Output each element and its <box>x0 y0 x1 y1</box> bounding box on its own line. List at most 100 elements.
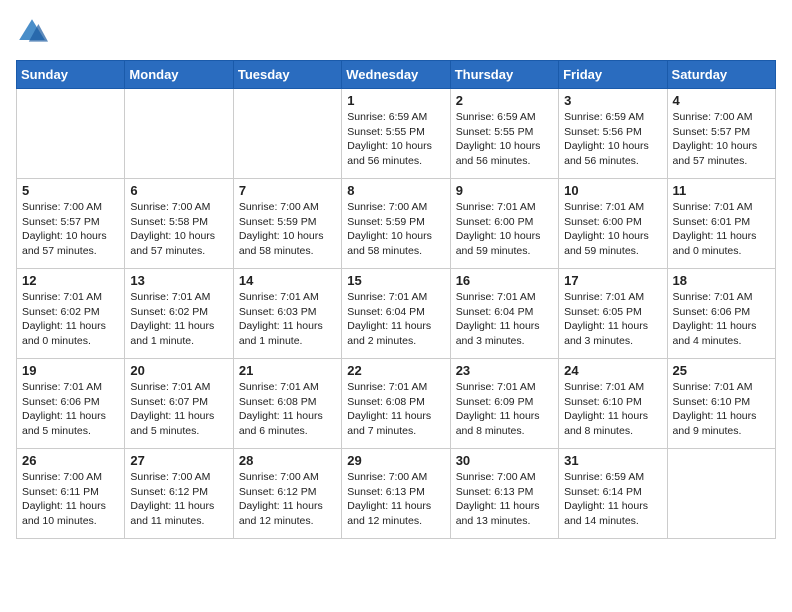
day-info: Sunrise: 7:00 AM Sunset: 5:57 PM Dayligh… <box>22 200 119 259</box>
calendar-cell: 8Sunrise: 7:00 AM Sunset: 5:59 PM Daylig… <box>342 179 450 269</box>
day-info: Sunrise: 7:01 AM Sunset: 6:00 PM Dayligh… <box>456 200 553 259</box>
day-info: Sunrise: 7:01 AM Sunset: 6:06 PM Dayligh… <box>22 380 119 439</box>
calendar-cell <box>125 89 233 179</box>
weekday-header-monday: Monday <box>125 61 233 89</box>
day-number: 22 <box>347 363 444 378</box>
day-number: 2 <box>456 93 553 108</box>
weekday-header-thursday: Thursday <box>450 61 558 89</box>
day-number: 18 <box>673 273 770 288</box>
week-row-3: 12Sunrise: 7:01 AM Sunset: 6:02 PM Dayli… <box>17 269 776 359</box>
calendar-cell: 31 Sunrise: 6:59 AM Sunset: 6:14 PM Dayli… <box>559 449 667 539</box>
weekday-header-saturday: Saturday <box>667 61 775 89</box>
calendar-cell: 20 Sunrise: 7:01 AM Sunset: 6:07 PM Dayli… <box>125 359 233 449</box>
calendar-cell: 16 Sunrise: 7:01 AM Sunset: 6:04 PM Dayli… <box>450 269 558 359</box>
weekday-header-sunday: Sunday <box>17 61 125 89</box>
calendar-cell: 28Sunrise: 7:00 AM Sunset: 6:12 PM Dayli… <box>233 449 341 539</box>
calendar-cell <box>17 89 125 179</box>
weekday-header-tuesday: Tuesday <box>233 61 341 89</box>
day-number: 30 <box>456 453 553 468</box>
day-info: Sunrise: 7:01 AM Sunset: 6:08 PM Dayligh… <box>347 380 444 439</box>
day-info: Sunrise: 6:59 AM Sunset: 5:56 PM Dayligh… <box>564 110 661 169</box>
day-info: Sunrise: 7:00 AM Sunset: 6:11 PM Dayligh… <box>22 470 119 529</box>
day-info: Sunrise: 6:59 AM Sunset: 6:14 PM Dayligh… <box>564 470 661 529</box>
day-info: Sunrise: 7:01 AM Sunset: 6:04 PM Dayligh… <box>456 290 553 349</box>
page-header <box>16 16 776 48</box>
day-number: 23 <box>456 363 553 378</box>
calendar-cell: 11 Sunrise: 7:01 AM Sunset: 6:01 PM Dayli… <box>667 179 775 269</box>
calendar-cell: 27 Sunrise: 7:00 AM Sunset: 6:12 PM Dayli… <box>125 449 233 539</box>
day-info: Sunrise: 7:01 AM Sunset: 6:07 PM Dayligh… <box>130 380 227 439</box>
day-number: 1 <box>347 93 444 108</box>
week-row-4: 19Sunrise: 7:01 AM Sunset: 6:06 PM Dayli… <box>17 359 776 449</box>
day-info: Sunrise: 7:01 AM Sunset: 6:05 PM Dayligh… <box>564 290 661 349</box>
calendar-cell: 26 Sunrise: 7:00 AM Sunset: 6:11 PM Dayli… <box>17 449 125 539</box>
day-info: Sunrise: 7:01 AM Sunset: 6:04 PM Dayligh… <box>347 290 444 349</box>
day-number: 29 <box>347 453 444 468</box>
calendar-cell: 9 Sunrise: 7:01 AM Sunset: 6:00 PM Daylig… <box>450 179 558 269</box>
calendar-cell: 25 Sunrise: 7:01 AM Sunset: 6:10 PM Dayli… <box>667 359 775 449</box>
calendar-cell <box>667 449 775 539</box>
day-info: Sunrise: 7:00 AM Sunset: 6:13 PM Dayligh… <box>456 470 553 529</box>
calendar-cell: 1 Sunrise: 6:59 AM Sunset: 5:55 PM Daylig… <box>342 89 450 179</box>
day-info: Sunrise: 7:00 AM Sunset: 5:59 PM Dayligh… <box>347 200 444 259</box>
day-number: 11 <box>673 183 770 198</box>
day-number: 15 <box>347 273 444 288</box>
day-number: 7 <box>239 183 336 198</box>
day-number: 5 <box>22 183 119 198</box>
day-info: Sunrise: 7:01 AM Sunset: 6:10 PM Dayligh… <box>564 380 661 439</box>
day-info: Sunrise: 7:01 AM Sunset: 6:03 PM Dayligh… <box>239 290 336 349</box>
calendar-cell: 30 Sunrise: 7:00 AM Sunset: 6:13 PM Dayli… <box>450 449 558 539</box>
day-number: 4 <box>673 93 770 108</box>
day-number: 31 <box>564 453 661 468</box>
day-number: 27 <box>130 453 227 468</box>
calendar-cell: 5 Sunrise: 7:00 AM Sunset: 5:57 PM Daylig… <box>17 179 125 269</box>
day-info: Sunrise: 7:00 AM Sunset: 5:57 PM Dayligh… <box>673 110 770 169</box>
day-info: Sunrise: 7:01 AM Sunset: 6:06 PM Dayligh… <box>673 290 770 349</box>
day-number: 3 <box>564 93 661 108</box>
day-info: Sunrise: 7:00 AM Sunset: 6:13 PM Dayligh… <box>347 470 444 529</box>
week-row-2: 5 Sunrise: 7:00 AM Sunset: 5:57 PM Daylig… <box>17 179 776 269</box>
day-info: Sunrise: 6:59 AM Sunset: 5:55 PM Dayligh… <box>456 110 553 169</box>
day-info: Sunrise: 7:00 AM Sunset: 6:12 PM Dayligh… <box>130 470 227 529</box>
day-number: 26 <box>22 453 119 468</box>
day-number: 6 <box>130 183 227 198</box>
day-number: 16 <box>456 273 553 288</box>
day-number: 13 <box>130 273 227 288</box>
week-row-1: 1 Sunrise: 6:59 AM Sunset: 5:55 PM Daylig… <box>17 89 776 179</box>
day-number: 25 <box>673 363 770 378</box>
day-number: 9 <box>456 183 553 198</box>
calendar-cell: 18 Sunrise: 7:01 AM Sunset: 6:06 PM Dayli… <box>667 269 775 359</box>
calendar-cell: 19Sunrise: 7:01 AM Sunset: 6:06 PM Dayli… <box>17 359 125 449</box>
day-number: 20 <box>130 363 227 378</box>
calendar-cell: 12Sunrise: 7:01 AM Sunset: 6:02 PM Dayli… <box>17 269 125 359</box>
calendar-body: 1 Sunrise: 6:59 AM Sunset: 5:55 PM Daylig… <box>17 89 776 539</box>
day-info: Sunrise: 7:01 AM Sunset: 6:10 PM Dayligh… <box>673 380 770 439</box>
day-number: 21 <box>239 363 336 378</box>
calendar-cell: 21Sunrise: 7:01 AM Sunset: 6:08 PM Dayli… <box>233 359 341 449</box>
calendar-cell: 4 Sunrise: 7:00 AM Sunset: 5:57 PM Daylig… <box>667 89 775 179</box>
day-number: 28 <box>239 453 336 468</box>
calendar-cell: 15 Sunrise: 7:01 AM Sunset: 6:04 PM Dayli… <box>342 269 450 359</box>
calendar-cell: 22 Sunrise: 7:01 AM Sunset: 6:08 PM Dayli… <box>342 359 450 449</box>
day-info: Sunrise: 7:01 AM Sunset: 6:00 PM Dayligh… <box>564 200 661 259</box>
day-number: 14 <box>239 273 336 288</box>
calendar-table: SundayMondayTuesdayWednesdayThursdayFrid… <box>16 60 776 539</box>
calendar-cell: 24Sunrise: 7:01 AM Sunset: 6:10 PM Dayli… <box>559 359 667 449</box>
calendar-cell: 10 Sunrise: 7:01 AM Sunset: 6:00 PM Dayli… <box>559 179 667 269</box>
week-row-5: 26 Sunrise: 7:00 AM Sunset: 6:11 PM Dayli… <box>17 449 776 539</box>
calendar-cell: 2 Sunrise: 6:59 AM Sunset: 5:55 PM Daylig… <box>450 89 558 179</box>
weekday-header-friday: Friday <box>559 61 667 89</box>
day-info: Sunrise: 7:01 AM Sunset: 6:01 PM Dayligh… <box>673 200 770 259</box>
calendar-cell: 3 Sunrise: 6:59 AM Sunset: 5:56 PM Daylig… <box>559 89 667 179</box>
day-info: Sunrise: 7:01 AM Sunset: 6:02 PM Dayligh… <box>22 290 119 349</box>
calendar-cell: 17 Sunrise: 7:01 AM Sunset: 6:05 PM Dayli… <box>559 269 667 359</box>
day-number: 17 <box>564 273 661 288</box>
day-number: 10 <box>564 183 661 198</box>
day-info: Sunrise: 6:59 AM Sunset: 5:55 PM Dayligh… <box>347 110 444 169</box>
logo-icon <box>16 16 48 48</box>
day-info: Sunrise: 7:00 AM Sunset: 5:59 PM Dayligh… <box>239 200 336 259</box>
day-info: Sunrise: 7:01 AM Sunset: 6:02 PM Dayligh… <box>130 290 227 349</box>
calendar-cell: 29 Sunrise: 7:00 AM Sunset: 6:13 PM Dayli… <box>342 449 450 539</box>
logo <box>16 16 52 48</box>
calendar-cell: 23Sunrise: 7:01 AM Sunset: 6:09 PM Dayli… <box>450 359 558 449</box>
